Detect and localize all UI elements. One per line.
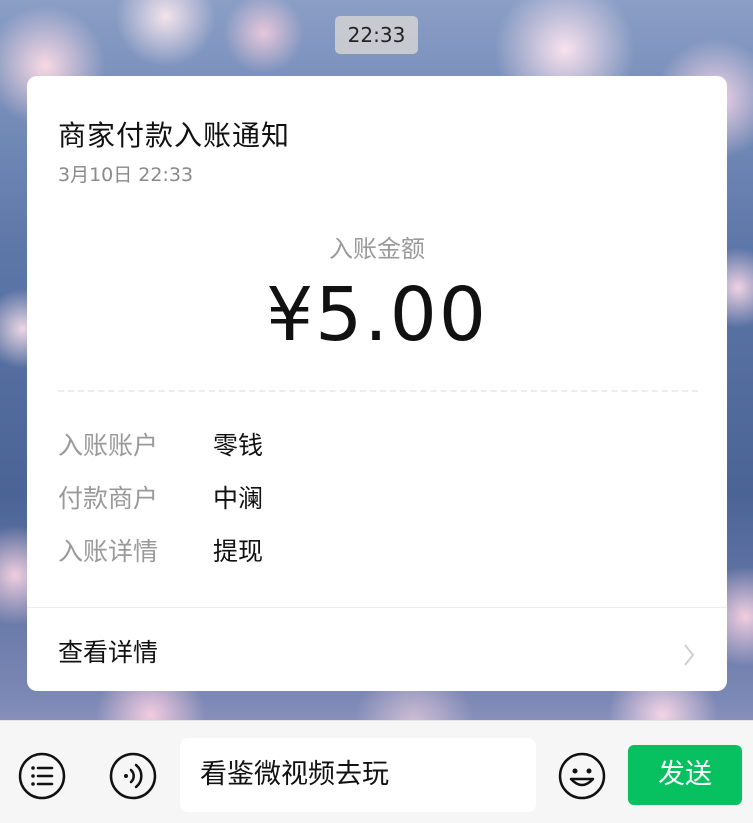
detail-row-account: 入账账户 零钱 — [58, 428, 263, 464]
card-title: 商家付款入账通知 — [58, 119, 291, 152]
detail-value: 提现 — [213, 537, 264, 566]
menu-list-icon[interactable] — [17, 751, 67, 801]
card-date: 3月10日 22:33 — [58, 164, 194, 186]
detail-value: 零钱 — [213, 431, 264, 460]
detail-row-merchant: 付款商户 中澜 — [58, 481, 263, 517]
dashed-divider — [58, 390, 698, 392]
emoji-icon[interactable] — [557, 751, 607, 801]
view-details-label: 查看详情 — [58, 638, 159, 667]
payment-notification-card[interactable]: 商家付款入账通知 3月10日 22:33 入账金额 ¥5.00 入账账户 零钱 付… — [27, 76, 727, 691]
view-details-link[interactable]: 查看详情 — [27, 607, 727, 691]
detail-row-details: 入账详情 提现 — [58, 534, 263, 570]
message-input[interactable]: 看鉴微视频去玩 — [180, 738, 536, 812]
detail-value: 中澜 — [213, 484, 264, 513]
detail-label: 入账账户 — [58, 431, 159, 460]
amount-label: 入账金额 — [329, 235, 425, 263]
amount-value: ¥5.00 — [266, 272, 488, 358]
detail-label: 付款商户 — [58, 484, 159, 513]
voice-icon[interactable] — [108, 751, 158, 801]
message-timestamp: 22:33 — [335, 16, 418, 54]
chevron-right-icon — [684, 644, 695, 666]
send-button[interactable]: 发送 — [628, 745, 742, 805]
detail-label: 入账详情 — [58, 537, 159, 566]
chat-input-bar: 看鉴微视频去玩 发送 — [0, 720, 753, 823]
